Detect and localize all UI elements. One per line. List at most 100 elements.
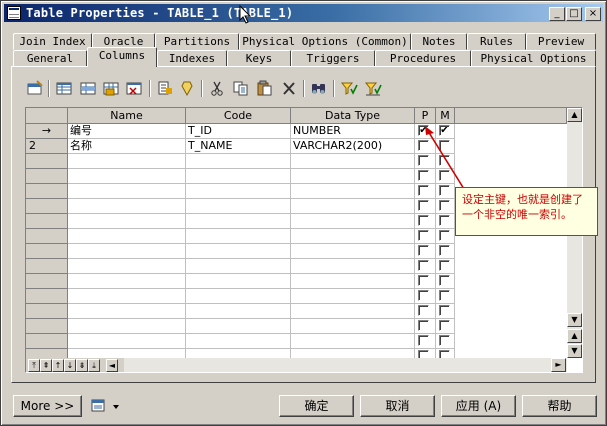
empty-cell[interactable]	[68, 244, 186, 259]
empty-cell[interactable]	[68, 319, 186, 334]
help-button[interactable]: 帮助	[522, 395, 597, 417]
empty-cell[interactable]	[68, 184, 186, 199]
move-down-button[interactable]: ↓	[64, 359, 76, 372]
primary-checkbox[interactable]	[418, 320, 429, 331]
tab-procedures[interactable]: Procedures	[375, 50, 471, 67]
empty-cell[interactable]	[436, 214, 455, 229]
row-header[interactable]	[26, 169, 68, 184]
mandatory-checkbox[interactable]	[439, 260, 450, 271]
primary-checkbox[interactable]	[418, 335, 429, 346]
row-header[interactable]	[26, 229, 68, 244]
empty-cell[interactable]	[186, 334, 291, 349]
empty-cell[interactable]	[291, 199, 415, 214]
print-menu-icon[interactable]	[90, 398, 124, 414]
row-header[interactable]	[26, 214, 68, 229]
minimize-button[interactable]: _	[549, 7, 565, 21]
empty-cell[interactable]	[186, 169, 291, 184]
row-header[interactable]	[26, 199, 68, 214]
cell-name[interactable]: 名称	[68, 139, 186, 154]
empty-cell[interactable]	[68, 229, 186, 244]
empty-cell[interactable]	[68, 259, 186, 274]
header-name[interactable]: Name	[68, 108, 186, 124]
empty-cell[interactable]	[291, 214, 415, 229]
mandatory-checkbox[interactable]	[439, 275, 450, 286]
paste-icon[interactable]	[256, 80, 274, 97]
empty-cell[interactable]	[68, 154, 186, 169]
tab-indexes[interactable]: Indexes	[157, 50, 227, 67]
row-header[interactable]	[26, 319, 68, 334]
tab-triggers[interactable]: Triggers	[291, 50, 375, 67]
mandatory-checkbox[interactable]	[439, 305, 450, 316]
ok-button[interactable]: 确定	[279, 395, 354, 417]
empty-cell[interactable]	[436, 334, 455, 349]
tab-partitions[interactable]: Partitions	[155, 33, 239, 50]
cell-name[interactable]: 编号	[68, 124, 186, 139]
header-code[interactable]: Code	[186, 108, 291, 124]
primary-checkbox[interactable]	[418, 305, 429, 316]
empty-cell[interactable]	[415, 229, 436, 244]
empty-cell[interactable]	[186, 154, 291, 169]
empty-cell[interactable]	[436, 319, 455, 334]
primary-checkbox[interactable]	[418, 230, 429, 241]
add-row-icon[interactable]	[55, 80, 73, 97]
tab-notes[interactable]: Notes	[411, 33, 467, 50]
primary-checkbox[interactable]	[418, 200, 429, 211]
empty-cell[interactable]	[68, 304, 186, 319]
empty-cell[interactable]	[186, 214, 291, 229]
empty-cell[interactable]	[186, 184, 291, 199]
empty-cell[interactable]	[186, 229, 291, 244]
empty-cell[interactable]	[291, 289, 415, 304]
scroll-down-button[interactable]: ▼	[567, 313, 582, 327]
primary-checkbox[interactable]	[418, 245, 429, 256]
scroll-right-button[interactable]: ►	[551, 358, 566, 372]
row-header[interactable]	[26, 244, 68, 259]
empty-cell[interactable]	[415, 214, 436, 229]
empty-cell[interactable]	[436, 244, 455, 259]
empty-cell[interactable]	[291, 274, 415, 289]
scroll-page-up-button[interactable]: ▲	[567, 329, 582, 343]
empty-cell[interactable]	[415, 244, 436, 259]
empty-cell[interactable]	[415, 334, 436, 349]
header-data-type[interactable]: Data Type	[291, 108, 415, 124]
empty-cell[interactable]	[186, 259, 291, 274]
empty-cell[interactable]	[186, 244, 291, 259]
delete-all-icon[interactable]	[125, 80, 143, 97]
empty-cell[interactable]	[415, 289, 436, 304]
clear-filter-icon[interactable]	[364, 80, 382, 97]
empty-cell[interactable]	[415, 199, 436, 214]
empty-cell[interactable]	[291, 229, 415, 244]
empty-cell[interactable]	[415, 259, 436, 274]
empty-cell[interactable]	[291, 259, 415, 274]
primary-checkbox[interactable]	[418, 290, 429, 301]
empty-cell[interactable]	[291, 304, 415, 319]
empty-cell[interactable]	[291, 244, 415, 259]
more-button[interactable]: More >>	[13, 395, 82, 417]
mandatory-checkbox[interactable]	[439, 335, 450, 346]
mandatory-checkbox[interactable]	[439, 200, 450, 211]
cell-data-type[interactable]: VARCHAR2(200)	[291, 139, 415, 154]
scroll-page-down-button[interactable]: ▼	[567, 344, 582, 358]
empty-cell[interactable]	[291, 334, 415, 349]
empty-cell[interactable]	[415, 319, 436, 334]
mandatory-checkbox[interactable]	[439, 245, 450, 256]
mandatory-checkbox[interactable]	[439, 230, 450, 241]
empty-cell[interactable]	[436, 304, 455, 319]
title-bar[interactable]: Table Properties - TABLE_1 (TABLE_1) _ □…	[4, 4, 603, 22]
mandatory-checkbox[interactable]	[439, 290, 450, 301]
insert-row-icon[interactable]	[79, 80, 97, 97]
empty-cell[interactable]	[291, 169, 415, 184]
empty-cell[interactable]	[186, 274, 291, 289]
cut-icon[interactable]	[208, 80, 226, 97]
tab-columns[interactable]: Columns	[87, 47, 157, 67]
empty-cell[interactable]	[291, 154, 415, 169]
tab-keys[interactable]: Keys	[227, 50, 291, 67]
row-header[interactable]	[26, 259, 68, 274]
primary-checkbox[interactable]	[418, 215, 429, 226]
horizontal-scrollbar[interactable]: ►	[124, 358, 567, 372]
row-header[interactable]	[26, 154, 68, 169]
cell-code[interactable]: T_ID	[186, 124, 291, 139]
empty-cell[interactable]	[415, 274, 436, 289]
row-number[interactable]: 2	[26, 139, 68, 154]
empty-cell[interactable]	[186, 304, 291, 319]
columns-grid[interactable]: Name Code Data Type P M → 编号 T_ID NUMBER…	[25, 107, 583, 373]
